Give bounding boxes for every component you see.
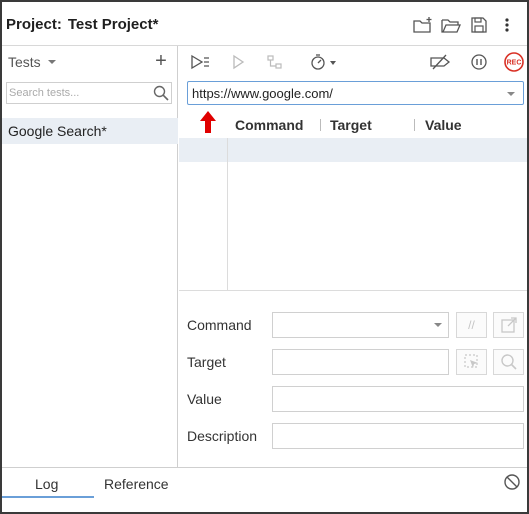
tab-log[interactable]: Log bbox=[35, 476, 58, 492]
description-input[interactable] bbox=[272, 423, 524, 449]
disable-breakpoints-icon[interactable] bbox=[427, 52, 453, 72]
open-reference-button[interactable] bbox=[493, 312, 524, 338]
description-label: Description bbox=[187, 428, 258, 444]
command-label: Command bbox=[187, 317, 252, 333]
new-project-icon[interactable] bbox=[409, 14, 437, 36]
chevron-down-icon[interactable] bbox=[48, 60, 56, 64]
test-editor: REC Command Target Value Command // bbox=[179, 46, 527, 467]
select-target-icon bbox=[463, 354, 478, 368]
table-divider bbox=[179, 290, 527, 291]
run-all-tests-icon[interactable] bbox=[187, 52, 213, 72]
search-tests-input[interactable] bbox=[9, 85, 149, 101]
command-select[interactable] bbox=[272, 312, 449, 338]
chevron-down-icon[interactable] bbox=[507, 92, 515, 96]
active-tab-indicator bbox=[2, 496, 94, 498]
pause-icon[interactable] bbox=[466, 52, 492, 72]
tests-sidebar: Tests + Google Search* bbox=[2, 46, 178, 467]
project-actions bbox=[409, 14, 521, 36]
search-tests-box bbox=[6, 82, 172, 104]
column-command: Command bbox=[235, 117, 304, 133]
record-label: REC bbox=[507, 60, 522, 67]
select-target-button[interactable] bbox=[456, 349, 487, 375]
target-label: Target bbox=[187, 354, 226, 370]
record-icon[interactable]: REC bbox=[501, 52, 527, 72]
open-external-icon bbox=[500, 317, 517, 333]
project-header: Project: Test Project* bbox=[2, 2, 527, 46]
value-label: Value bbox=[187, 391, 222, 407]
value-input[interactable] bbox=[272, 386, 524, 412]
column-value: Value bbox=[425, 117, 462, 133]
test-item-google-search[interactable]: Google Search* bbox=[2, 118, 178, 144]
tab-reference[interactable]: Reference bbox=[104, 476, 169, 492]
search-icon[interactable] bbox=[153, 85, 169, 104]
step-icon[interactable] bbox=[262, 52, 288, 72]
playback-toolbar: REC bbox=[179, 46, 527, 78]
project-title: Project: Test Project* bbox=[6, 16, 158, 33]
comment-button[interactable]: // bbox=[456, 312, 487, 338]
column-divider bbox=[320, 119, 321, 131]
commands-table-header: Command Target Value bbox=[227, 114, 527, 136]
open-project-icon[interactable] bbox=[437, 14, 465, 36]
target-input[interactable] bbox=[272, 349, 449, 375]
row-number-divider bbox=[227, 138, 228, 290]
column-target: Target bbox=[330, 117, 372, 133]
speed-icon[interactable] bbox=[307, 52, 343, 72]
tests-dropdown-label[interactable]: Tests bbox=[8, 54, 41, 70]
tests-header: Tests + bbox=[2, 46, 178, 78]
column-divider bbox=[414, 119, 415, 131]
table-row[interactable] bbox=[179, 138, 527, 162]
add-test-button[interactable]: + bbox=[152, 50, 170, 72]
more-options-icon[interactable] bbox=[493, 14, 521, 36]
base-url-input[interactable] bbox=[192, 85, 492, 101]
search-icon bbox=[500, 354, 517, 370]
chevron-down-icon[interactable] bbox=[434, 323, 442, 327]
find-target-button[interactable] bbox=[493, 349, 524, 375]
run-current-test-icon[interactable] bbox=[225, 52, 251, 72]
project-label: Project: bbox=[6, 16, 62, 33]
project-name[interactable]: Test Project* bbox=[68, 16, 159, 33]
app-window: Project: Test Project* Tests + Search te… bbox=[0, 0, 529, 514]
save-project-icon[interactable] bbox=[465, 14, 493, 36]
base-url-combobox bbox=[187, 81, 524, 105]
clear-log-icon[interactable] bbox=[503, 473, 521, 494]
red-arrow-annotation bbox=[200, 111, 216, 133]
console-panel: Log Reference bbox=[2, 467, 527, 512]
